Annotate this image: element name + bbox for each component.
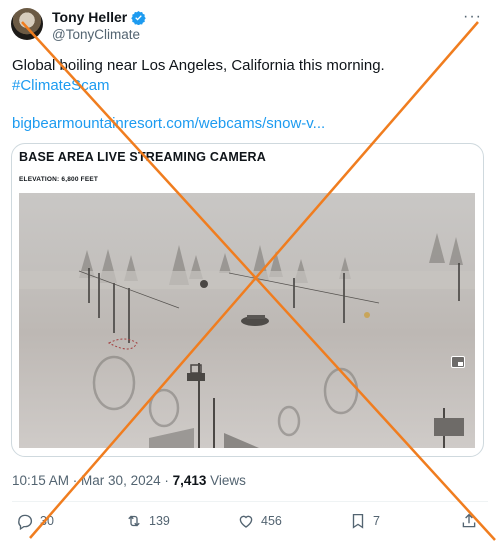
- reply-icon: [18, 514, 33, 530]
- verified-badge-icon: [131, 10, 146, 25]
- repost-button[interactable]: 139: [125, 512, 170, 530]
- meta-separator-2: ·: [160, 473, 173, 488]
- bookmark-icon: [352, 513, 364, 529]
- webcam-link[interactable]: bigbearmountainresort.com/webcams/snow-v…: [12, 115, 325, 132]
- share-button[interactable]: [460, 512, 478, 530]
- tweet-date[interactable]: Mar 30, 2024: [81, 473, 161, 488]
- tweet-time[interactable]: 10:15 AM: [12, 473, 69, 488]
- divider: [12, 501, 488, 502]
- camera-elevation: ELEVATION: 6,800 FEET: [19, 176, 99, 183]
- repost-icon: [128, 515, 140, 527]
- tweet-body: Global boiling near Los Angeles, Califor…: [12, 57, 385, 74]
- tweet-meta: 10:15 AM · Mar 30, 2024 · 7,413 Views: [12, 473, 246, 488]
- hashtag-link[interactable]: #ClimateScam: [12, 76, 482, 96]
- share-icon: [462, 513, 476, 528]
- like-count: 456: [261, 514, 282, 528]
- views-count: 7,413: [172, 473, 207, 488]
- webcam-image[interactable]: [19, 193, 475, 448]
- reply-count: 30: [40, 514, 54, 528]
- repost-count: 139: [149, 514, 170, 528]
- snowy-ski-scene: [19, 233, 475, 448]
- author-handle[interactable]: @TonyClimate: [52, 27, 140, 42]
- camera-title: BASE AREA LIVE STREAMING CAMERA: [19, 150, 266, 164]
- reply-button[interactable]: 30: [16, 512, 54, 530]
- more-options-icon[interactable]: ···: [463, 8, 482, 26]
- views-label: Views: [206, 473, 246, 488]
- media-card[interactable]: BASE AREA LIVE STREAMING CAMERA ELEVATIO…: [11, 143, 484, 457]
- bookmark-count: 7: [373, 514, 380, 528]
- tweet-text: Global boiling near Los Angeles, Califor…: [12, 56, 482, 96]
- author-name-row: Tony Heller: [52, 9, 146, 25]
- expand-media-icon[interactable]: [451, 356, 465, 368]
- bookmark-button[interactable]: 7: [349, 512, 380, 530]
- author-avatar[interactable]: [11, 8, 43, 40]
- heart-icon: [239, 515, 253, 528]
- like-button[interactable]: 456: [237, 512, 282, 530]
- author-display-name[interactable]: Tony Heller: [52, 9, 127, 25]
- meta-separator: ·: [69, 473, 82, 488]
